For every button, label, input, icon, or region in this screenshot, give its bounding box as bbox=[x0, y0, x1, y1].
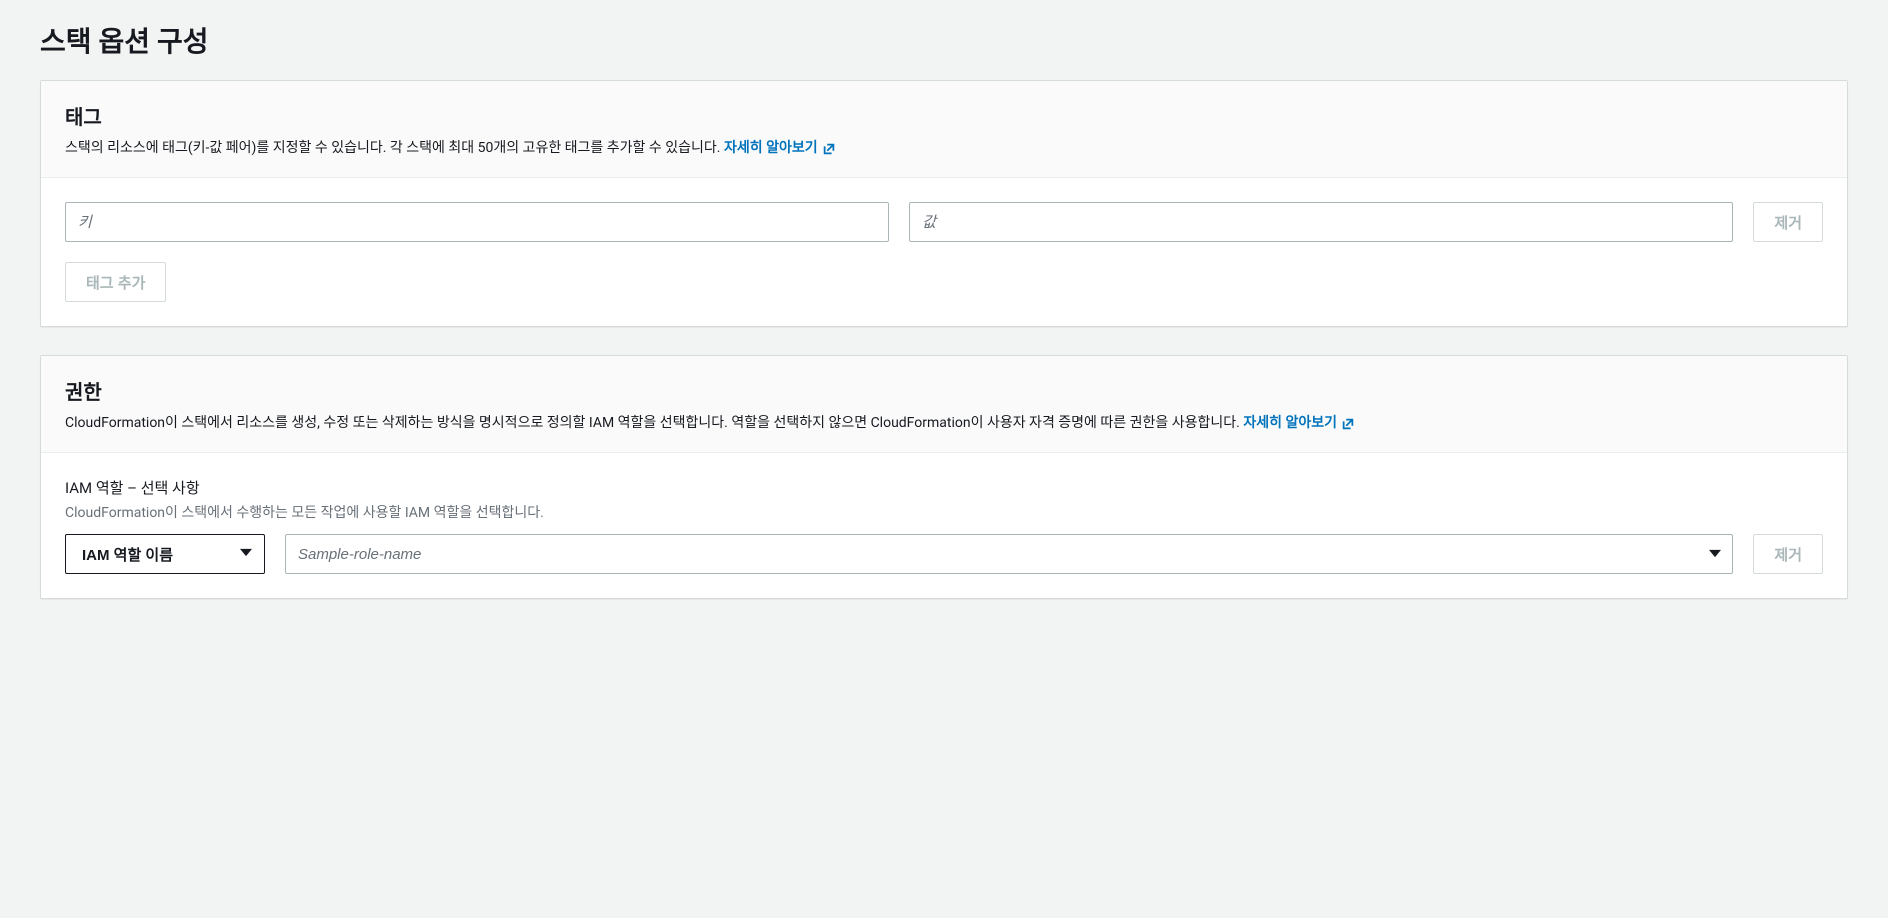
iam-role-row: IAM 역할 이름 제거 bbox=[65, 534, 1823, 574]
permissions-learn-more-text: 자세히 알아보기 bbox=[1243, 413, 1337, 434]
tags-title: 태그 bbox=[65, 101, 1823, 130]
tag-add-button[interactable]: 태그 추가 bbox=[65, 262, 166, 302]
iam-role-name-input[interactable] bbox=[285, 534, 1733, 574]
permissions-title: 권한 bbox=[65, 376, 1823, 405]
caret-down-icon bbox=[240, 546, 252, 563]
tag-value-input[interactable] bbox=[909, 202, 1733, 242]
permissions-description: CloudFormation이 스택에서 리소스를 생성, 수정 또는 삭제하는… bbox=[65, 413, 1823, 434]
iam-role-hint: CloudFormation이 스택에서 수행하는 모든 작업에 사용할 IAM… bbox=[65, 502, 1823, 522]
tag-remove-button[interactable]: 제거 bbox=[1753, 202, 1823, 242]
permissions-panel: 권한 CloudFormation이 스택에서 리소스를 생성, 수정 또는 삭… bbox=[40, 355, 1848, 599]
tags-description-text: 스택의 리소스에 태그(키-값 페어)를 지정할 수 있습니다. 각 스택에 최… bbox=[65, 140, 720, 156]
page-title: 스택 옵션 구성 bbox=[40, 20, 1848, 60]
permissions-description-text: CloudFormation이 스택에서 리소스를 생성, 수정 또는 삭제하는… bbox=[65, 415, 1240, 431]
external-link-icon bbox=[822, 142, 836, 156]
tags-panel: 태그 스택의 리소스에 태그(키-값 페어)를 지정할 수 있습니다. 각 스택… bbox=[40, 80, 1848, 327]
iam-role-type-select-wrapper: IAM 역할 이름 bbox=[65, 534, 265, 574]
permissions-learn-more-link[interactable]: 자세히 알아보기 bbox=[1243, 413, 1355, 434]
iam-role-name-wrapper bbox=[285, 534, 1733, 574]
permissions-panel-body: IAM 역할 – 선택 사항 CloudFormation이 스택에서 수행하는… bbox=[41, 453, 1847, 598]
tags-panel-body: 제거 태그 추가 bbox=[41, 178, 1847, 326]
tags-panel-header: 태그 스택의 리소스에 태그(키-값 페어)를 지정할 수 있습니다. 각 스택… bbox=[41, 81, 1847, 178]
iam-role-type-select[interactable]: IAM 역할 이름 bbox=[65, 534, 265, 574]
tags-learn-more-link[interactable]: 자세히 알아보기 bbox=[724, 138, 836, 159]
tag-row: 제거 bbox=[65, 202, 1823, 242]
tags-description: 스택의 리소스에 태그(키-값 페어)를 지정할 수 있습니다. 각 스택에 최… bbox=[65, 138, 1823, 159]
external-link-icon bbox=[1341, 417, 1355, 431]
iam-role-remove-button[interactable]: 제거 bbox=[1753, 534, 1823, 574]
iam-role-type-select-label: IAM 역할 이름 bbox=[82, 544, 173, 565]
tag-key-input[interactable] bbox=[65, 202, 889, 242]
permissions-panel-header: 권한 CloudFormation이 스택에서 리소스를 생성, 수정 또는 삭… bbox=[41, 356, 1847, 453]
tags-learn-more-text: 자세히 알아보기 bbox=[724, 138, 818, 159]
iam-role-label: IAM 역할 – 선택 사항 bbox=[65, 477, 1823, 498]
